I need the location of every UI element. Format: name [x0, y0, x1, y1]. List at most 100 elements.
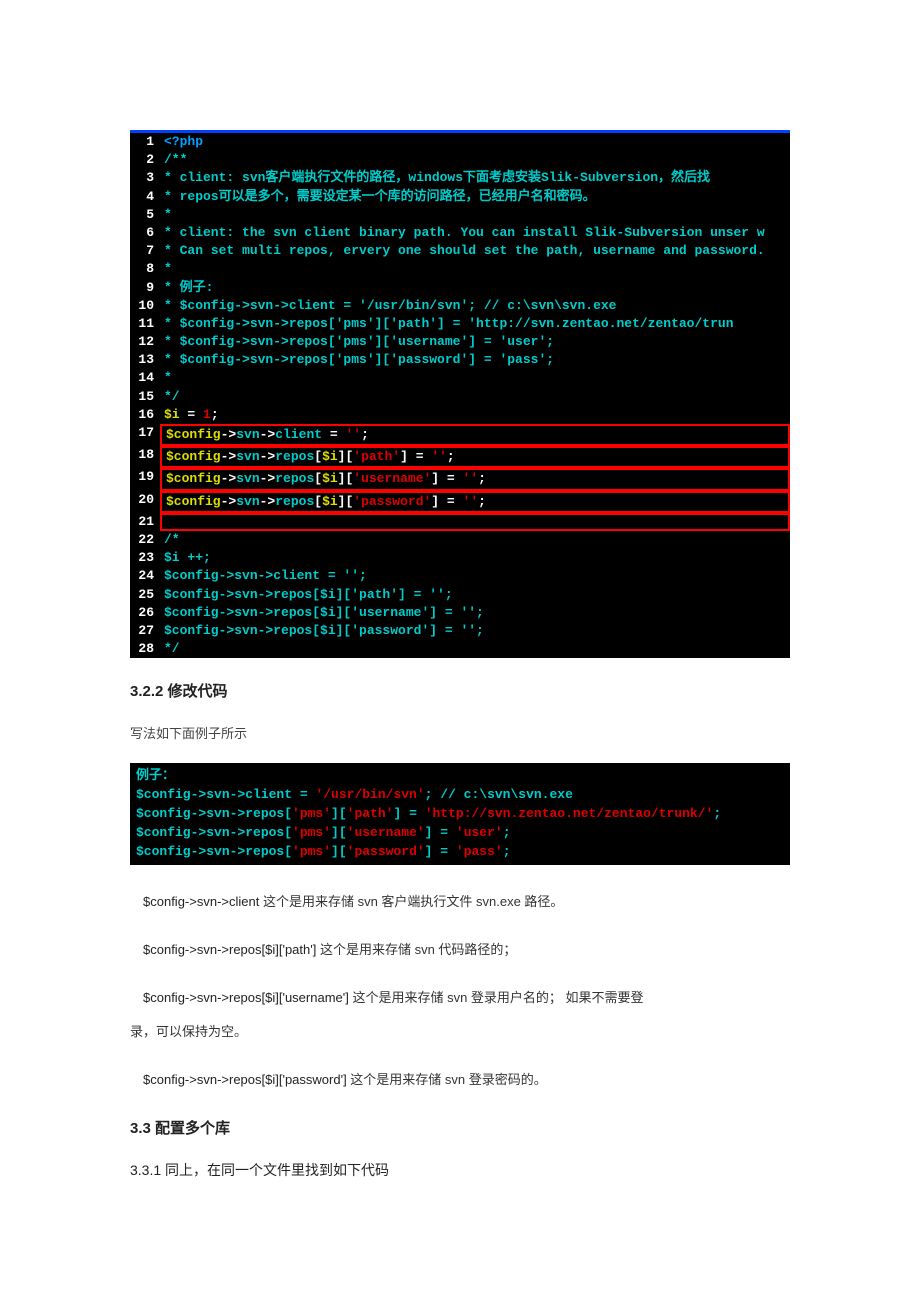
- code-string: '/usr/bin/svn': [315, 787, 424, 802]
- code-line: 22/*: [130, 531, 790, 549]
- line-number: 5: [130, 206, 160, 224]
- code-segment: ][: [338, 471, 354, 486]
- code-segment: '': [431, 449, 447, 464]
- code-segment: 1: [203, 407, 211, 422]
- code-segment: ;: [361, 427, 369, 442]
- code-segment: * Can set multi repos, ervery one should…: [164, 243, 765, 258]
- code-segment: ->: [260, 449, 276, 464]
- code-segment: '': [345, 427, 361, 442]
- code-segment: $i: [164, 407, 180, 422]
- code-text: ] =: [425, 825, 456, 840]
- code-line: 10 * $config->svn->client = '/usr/bin/sv…: [130, 297, 790, 315]
- explain-username: $config->svn->repos[$i]['username'] 这个是用…: [130, 983, 790, 1013]
- line-number: 21: [130, 513, 160, 531]
- code-segment: * client: svn客户端执行文件的路径，windows下面考虑安装Sli…: [164, 170, 710, 185]
- code-segment: $config: [166, 471, 221, 486]
- code-string: 'pms': [292, 844, 331, 859]
- code-segment: *: [164, 261, 172, 276]
- line-content: $config->svn->repos[$i]['path'] = '';: [160, 446, 790, 468]
- code-segment: ;: [211, 407, 219, 422]
- code-segment: 'username': [353, 471, 431, 486]
- code-string: 'pms': [292, 825, 331, 840]
- line-number: 10: [130, 297, 160, 315]
- code-line: 2/**: [130, 151, 790, 169]
- line-number: 17: [130, 424, 160, 446]
- body-text-example-intro: 写法如下面例子所示: [130, 719, 790, 749]
- line-content: */: [160, 640, 790, 658]
- code-snippet: $config->svn->repos[$i]['path']: [143, 942, 316, 957]
- code-segment: '': [463, 494, 479, 509]
- code-line: 20$config->svn->repos[$i]['password'] = …: [130, 491, 790, 513]
- code-segment: repos: [275, 494, 314, 509]
- code-segment: * $config->svn->client = '/usr/bin/svn';…: [164, 298, 616, 313]
- code-segment: =: [180, 407, 203, 422]
- line-content: <?php: [160, 133, 790, 151]
- code-segment: *: [164, 370, 172, 385]
- code-segment: ;: [447, 449, 455, 464]
- code-segment: ;: [478, 494, 486, 509]
- line-content: $config->svn->repos[$i]['password'] = ''…: [160, 491, 790, 513]
- line-number: 27: [130, 622, 160, 640]
- code-segment: ;: [478, 471, 486, 486]
- line-number: 24: [130, 567, 160, 585]
- code-segment: $config->svn->repos[$i]['username'] = ''…: [164, 605, 484, 620]
- line-number: 13: [130, 351, 160, 369]
- code-line: 9 * 例子:: [130, 279, 790, 297]
- line-content: /*: [160, 531, 790, 549]
- line-number: 26: [130, 604, 160, 622]
- code-segment: =: [322, 427, 345, 442]
- code-line: 19$config->svn->repos[$i]['username'] = …: [130, 468, 790, 490]
- code-segment: $config->svn->repos[$i]['path'] = '';: [164, 587, 453, 602]
- code-segment: repos: [275, 449, 314, 464]
- code-line: 6 * client: the svn client binary path. …: [130, 224, 790, 242]
- code-segment: repos: [275, 471, 314, 486]
- line-number: 8: [130, 260, 160, 278]
- line-number: 9: [130, 279, 160, 297]
- code-segment: ->: [221, 494, 237, 509]
- code-line: 23$i ++;: [130, 549, 790, 567]
- code-segment: $config: [166, 449, 221, 464]
- code-snippet: $config->svn->repos[$i]['password']: [143, 1072, 347, 1087]
- line-content: *: [160, 206, 790, 224]
- code-segment: [: [314, 471, 322, 486]
- line-content: * $config->svn->repos['pms']['path'] = '…: [160, 315, 790, 333]
- code-text: ] =: [393, 806, 424, 821]
- code-segment: svn: [236, 449, 259, 464]
- code-segment: $config: [166, 494, 221, 509]
- line-number: 7: [130, 242, 160, 260]
- code-string: 'password': [347, 844, 425, 859]
- code-text: ;: [503, 844, 511, 859]
- code-segment: $i: [322, 471, 338, 486]
- code-line: 11 * $config->svn->repos['pms']['path'] …: [130, 315, 790, 333]
- code-text: 例子：: [136, 768, 175, 783]
- line-content: $config->svn->repos[$i]['path'] = '';: [160, 586, 790, 604]
- code-line: 27 $config->svn->repos[$i]['password'] = …: [130, 622, 790, 640]
- code-string: 'pms': [292, 806, 331, 821]
- code-line: 26 $config->svn->repos[$i]['username'] = …: [130, 604, 790, 622]
- code-text: $config->svn->client =: [136, 787, 315, 802]
- line-content: * $config->svn->repos['pms']['username']…: [160, 333, 790, 351]
- code-segment: svn: [236, 427, 259, 442]
- code-segment: ->: [221, 449, 237, 464]
- code-segment: svn: [236, 471, 259, 486]
- line-number: 18: [130, 446, 160, 468]
- code-snippet: $config->svn->repos[$i]['username']: [143, 990, 349, 1005]
- code-line: 14 *: [130, 369, 790, 387]
- code-segment: $config->svn->repos[$i]['password'] = ''…: [164, 623, 484, 638]
- code-segment: 'password': [353, 494, 431, 509]
- code-text: ][: [331, 825, 347, 840]
- code-line: 17$config->svn->client = '';: [130, 424, 790, 446]
- code-segment: ->: [221, 427, 237, 442]
- code-text: ][: [331, 844, 347, 859]
- line-content: /**: [160, 151, 790, 169]
- code-line: 12 * $config->svn->repos['pms']['usernam…: [130, 333, 790, 351]
- line-number: 25: [130, 586, 160, 604]
- code-text: ;: [503, 825, 511, 840]
- code-editor-block-1: 1<?php2/**3 * client: svn客户端执行文件的路径，wind…: [130, 130, 790, 658]
- line-number: 19: [130, 468, 160, 490]
- line-number: 22: [130, 531, 160, 549]
- code-segment: ][: [338, 494, 354, 509]
- explain-text: 这个是用来存储 svn 代码路径的；: [316, 942, 516, 957]
- code-segment: <?php: [164, 134, 203, 149]
- code-segment: * $config->svn->repos['pms']['username']…: [164, 334, 554, 349]
